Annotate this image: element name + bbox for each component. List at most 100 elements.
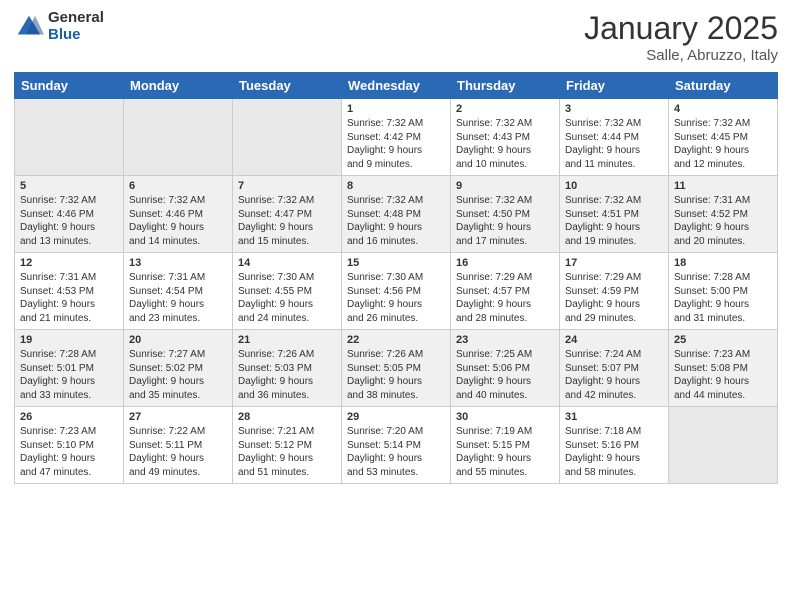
day-cell: 5 Sunrise: 7:32 AM Sunset: 4:46 PM Daylig… (15, 176, 124, 253)
day-info: Sunrise: 7:32 AM Sunset: 4:51 PM Dayligh… (565, 194, 663, 248)
week-row-1: 1 Sunrise: 7:32 AM Sunset: 4:42 PM Daylig… (15, 99, 778, 176)
day-info: Sunrise: 7:26 AM Sunset: 5:03 PM Dayligh… (238, 348, 336, 402)
day-number: 18 (674, 257, 772, 269)
day-info: Sunrise: 7:26 AM Sunset: 5:05 PM Dayligh… (347, 348, 445, 402)
day-info: Sunrise: 7:28 AM Sunset: 5:01 PM Dayligh… (20, 348, 118, 402)
day-cell: 1 Sunrise: 7:32 AM Sunset: 4:42 PM Daylig… (342, 99, 451, 176)
day-info: Sunrise: 7:20 AM Sunset: 5:14 PM Dayligh… (347, 425, 445, 479)
day-number: 30 (456, 411, 554, 423)
day-cell: 27 Sunrise: 7:22 AM Sunset: 5:11 PM Dayli… (124, 407, 233, 484)
day-number: 19 (20, 334, 118, 346)
title-block: January 2025 Salle, Abruzzo, Italy (584, 10, 778, 64)
logo-text: General Blue (48, 10, 104, 43)
day-cell (233, 99, 342, 176)
day-number: 12 (20, 257, 118, 269)
logo-icon (14, 12, 44, 42)
day-info: Sunrise: 7:19 AM Sunset: 5:15 PM Dayligh… (456, 425, 554, 479)
day-number: 17 (565, 257, 663, 269)
day-cell: 24Sunrise: 7:24 AM Sunset: 5:07 PM Dayli… (560, 330, 669, 407)
day-info: Sunrise: 7:22 AM Sunset: 5:11 PM Dayligh… (129, 425, 227, 479)
day-number: 29 (347, 411, 445, 423)
day-number: 14 (238, 257, 336, 269)
day-info: Sunrise: 7:32 AM Sunset: 4:48 PM Dayligh… (347, 194, 445, 248)
day-cell: 18 Sunrise: 7:28 AM Sunset: 5:00 PM Dayli… (669, 253, 778, 330)
day-cell: 11Sunrise: 7:31 AM Sunset: 4:52 PM Dayli… (669, 176, 778, 253)
day-info: Sunrise: 7:29 AM Sunset: 4:59 PM Dayligh… (565, 271, 663, 325)
day-number: 11 (674, 180, 772, 192)
day-number: 9 (456, 180, 554, 192)
day-number: 13 (129, 257, 227, 269)
day-info: Sunrise: 7:32 AM Sunset: 4:44 PM Dayligh… (565, 117, 663, 171)
weekday-header-friday: Friday (560, 73, 669, 99)
day-cell (124, 99, 233, 176)
day-cell: 8 Sunrise: 7:32 AM Sunset: 4:48 PM Daylig… (342, 176, 451, 253)
month-title: January 2025 (584, 10, 778, 47)
logo-blue: Blue (48, 27, 104, 44)
day-number: 15 (347, 257, 445, 269)
week-row-4: 19 Sunrise: 7:28 AM Sunset: 5:01 PM Dayli… (15, 330, 778, 407)
day-cell: 21 Sunrise: 7:26 AM Sunset: 5:03 PM Dayli… (233, 330, 342, 407)
day-info: Sunrise: 7:32 AM Sunset: 4:42 PM Dayligh… (347, 117, 445, 171)
day-info: Sunrise: 7:30 AM Sunset: 4:56 PM Dayligh… (347, 271, 445, 325)
day-number: 25 (674, 334, 772, 346)
day-number: 10 (565, 180, 663, 192)
day-cell: 25 Sunrise: 7:23 AM Sunset: 5:08 PM Dayli… (669, 330, 778, 407)
day-info: Sunrise: 7:25 AM Sunset: 5:06 PM Dayligh… (456, 348, 554, 402)
week-row-3: 12Sunrise: 7:31 AM Sunset: 4:53 PM Dayli… (15, 253, 778, 330)
weekday-header-tuesday: Tuesday (233, 73, 342, 99)
day-info: Sunrise: 7:32 AM Sunset: 4:46 PM Dayligh… (129, 194, 227, 248)
day-cell: 14 Sunrise: 7:30 AM Sunset: 4:55 PM Dayli… (233, 253, 342, 330)
day-cell: 12Sunrise: 7:31 AM Sunset: 4:53 PM Dayli… (15, 253, 124, 330)
day-cell: 7Sunrise: 7:32 AM Sunset: 4:47 PM Daylig… (233, 176, 342, 253)
day-number: 8 (347, 180, 445, 192)
day-number: 20 (129, 334, 227, 346)
day-cell: 17 Sunrise: 7:29 AM Sunset: 4:59 PM Dayli… (560, 253, 669, 330)
day-cell: 26Sunrise: 7:23 AM Sunset: 5:10 PM Dayli… (15, 407, 124, 484)
day-cell: 30 Sunrise: 7:19 AM Sunset: 5:15 PM Dayli… (451, 407, 560, 484)
day-cell: 31 Sunrise: 7:18 AM Sunset: 5:16 PM Dayli… (560, 407, 669, 484)
day-number: 5 (20, 180, 118, 192)
day-info: Sunrise: 7:21 AM Sunset: 5:12 PM Dayligh… (238, 425, 336, 479)
day-cell: 15 Sunrise: 7:30 AM Sunset: 4:56 PM Dayli… (342, 253, 451, 330)
logo-general: General (48, 10, 104, 27)
day-info: Sunrise: 7:23 AM Sunset: 5:08 PM Dayligh… (674, 348, 772, 402)
day-number: 7 (238, 180, 336, 192)
day-number: 4 (674, 103, 772, 115)
day-number: 6 (129, 180, 227, 192)
week-row-2: 5 Sunrise: 7:32 AM Sunset: 4:46 PM Daylig… (15, 176, 778, 253)
day-info: Sunrise: 7:28 AM Sunset: 5:00 PM Dayligh… (674, 271, 772, 325)
day-cell: 10 Sunrise: 7:32 AM Sunset: 4:51 PM Dayli… (560, 176, 669, 253)
day-info: Sunrise: 7:32 AM Sunset: 4:43 PM Dayligh… (456, 117, 554, 171)
day-number: 27 (129, 411, 227, 423)
day-cell: 23Sunrise: 7:25 AM Sunset: 5:06 PM Dayli… (451, 330, 560, 407)
day-number: 2 (456, 103, 554, 115)
day-cell: 3 Sunrise: 7:32 AM Sunset: 4:44 PM Daylig… (560, 99, 669, 176)
day-cell: 2 Sunrise: 7:32 AM Sunset: 4:43 PM Daylig… (451, 99, 560, 176)
day-number: 31 (565, 411, 663, 423)
day-info: Sunrise: 7:24 AM Sunset: 5:07 PM Dayligh… (565, 348, 663, 402)
day-cell: 13Sunrise: 7:31 AM Sunset: 4:54 PM Dayli… (124, 253, 233, 330)
day-info: Sunrise: 7:18 AM Sunset: 5:16 PM Dayligh… (565, 425, 663, 479)
page: General Blue January 2025 Salle, Abruzzo… (0, 0, 792, 612)
day-number: 22 (347, 334, 445, 346)
day-cell: 9Sunrise: 7:32 AM Sunset: 4:50 PM Daylig… (451, 176, 560, 253)
day-cell (669, 407, 778, 484)
weekday-header-monday: Monday (124, 73, 233, 99)
calendar: SundayMondayTuesdayWednesdayThursdayFrid… (14, 72, 778, 484)
weekday-header-saturday: Saturday (669, 73, 778, 99)
header: General Blue January 2025 Salle, Abruzzo… (14, 10, 778, 64)
day-cell: 22 Sunrise: 7:26 AM Sunset: 5:05 PM Dayli… (342, 330, 451, 407)
day-cell (15, 99, 124, 176)
weekday-header-thursday: Thursday (451, 73, 560, 99)
day-cell: 28Sunrise: 7:21 AM Sunset: 5:12 PM Dayli… (233, 407, 342, 484)
day-number: 3 (565, 103, 663, 115)
weekday-header-row: SundayMondayTuesdayWednesdayThursdayFrid… (15, 73, 778, 99)
day-info: Sunrise: 7:30 AM Sunset: 4:55 PM Dayligh… (238, 271, 336, 325)
weekday-header-sunday: Sunday (15, 73, 124, 99)
day-info: Sunrise: 7:27 AM Sunset: 5:02 PM Dayligh… (129, 348, 227, 402)
day-cell: 6 Sunrise: 7:32 AM Sunset: 4:46 PM Daylig… (124, 176, 233, 253)
day-number: 21 (238, 334, 336, 346)
day-info: Sunrise: 7:32 AM Sunset: 4:46 PM Dayligh… (20, 194, 118, 248)
day-info: Sunrise: 7:32 AM Sunset: 4:45 PM Dayligh… (674, 117, 772, 171)
day-number: 1 (347, 103, 445, 115)
